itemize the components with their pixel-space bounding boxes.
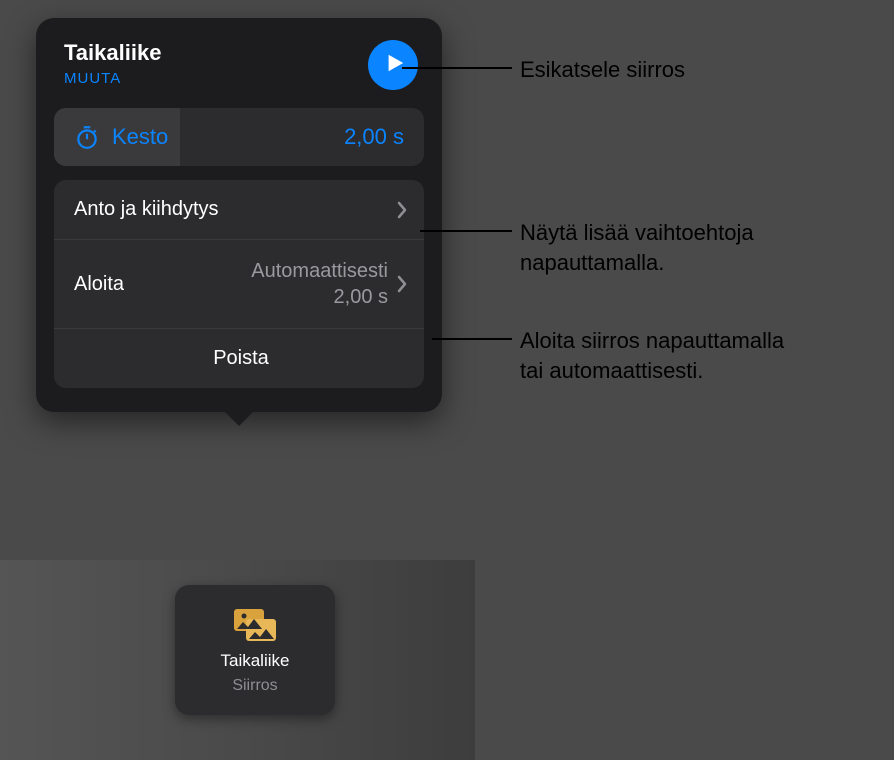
start-row[interactable]: Aloita Automaattisesti 2,00 s: [54, 240, 424, 329]
chevron-right-icon: [396, 275, 408, 293]
callout-preview: Esikatsele siirros: [402, 55, 894, 85]
transition-name-title: Taikaliike: [64, 40, 161, 66]
callout-start: Aloita siirros napauttamalla tai automaa…: [432, 326, 894, 385]
transition-options-popover: Taikaliike MUUTA Kesto 2,00 s Anto ja ki…: [36, 18, 442, 412]
title-block: Taikaliike MUUTA: [64, 40, 161, 87]
easing-row[interactable]: Anto ja kiihdytys: [54, 180, 424, 240]
stopwatch-icon: [74, 124, 100, 150]
slides-icon: [228, 605, 282, 645]
callout-text: Esikatsele siirros: [520, 55, 685, 85]
transition-chip[interactable]: Taikaliike Siirros: [175, 585, 335, 715]
chip-subtitle: Siirros: [232, 677, 277, 695]
chip-title: Taikaliike: [221, 651, 290, 671]
delete-button[interactable]: Poista: [54, 329, 424, 388]
callout-line: [420, 230, 512, 232]
change-transition-link[interactable]: MUUTA: [64, 70, 161, 87]
callout-more-options: Näytä lisää vaihtoehtoja napauttamalla.: [420, 218, 894, 277]
popover-tail: [223, 410, 255, 426]
duration-value: 2,00 s: [344, 124, 404, 150]
start-value: Automaattisesti 2,00 s: [251, 258, 388, 310]
callout-text: Aloita siirros napauttamalla tai automaa…: [520, 326, 784, 385]
callout-line: [402, 67, 512, 69]
popover-header: Taikaliike MUUTA: [54, 40, 424, 100]
options-list: Anto ja kiihdytys Aloita Automaattisesti…: [54, 180, 424, 388]
callout-line: [432, 338, 512, 340]
callout-text: Näytä lisää vaihtoehtoja napauttamalla.: [520, 218, 754, 277]
duration-slider[interactable]: Kesto 2,00 s: [54, 108, 424, 166]
start-label: Aloita: [74, 273, 251, 296]
duration-label: Kesto: [112, 124, 344, 150]
easing-label: Anto ja kiihdytys: [74, 198, 396, 221]
chevron-right-icon: [396, 201, 408, 219]
delete-label: Poista: [213, 347, 269, 370]
